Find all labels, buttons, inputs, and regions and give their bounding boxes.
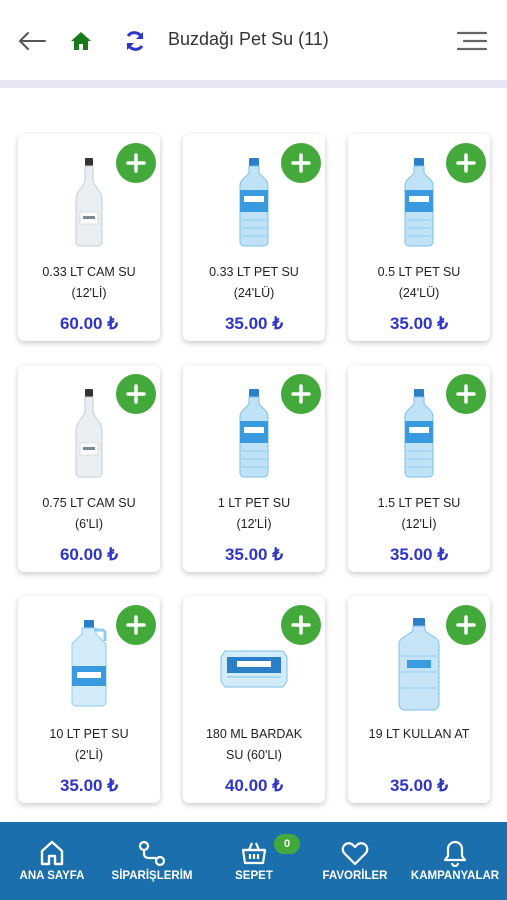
product-name-line2: (6'LI) — [74, 517, 104, 531]
product-name: 0.33 LT CAM SU (12'Lİ) — [24, 262, 154, 304]
product-name-line2: (12'Lİ) — [401, 517, 437, 531]
bell-icon — [443, 840, 467, 867]
home-outline-icon — [40, 840, 64, 866]
product-name-line2: (12'Lİ) — [236, 517, 272, 531]
product-card[interactable]: 0.33 LT PET SU (24'LÜ) 35.00 ₺ — [183, 134, 325, 341]
add-to-cart-button[interactable] — [281, 374, 321, 414]
add-to-cart-button[interactable] — [116, 143, 156, 183]
product-card[interactable]: 1.5 LT PET SU (12'Lİ) 35.00 ₺ — [348, 365, 490, 572]
nav-cart-label: SEPET — [235, 870, 273, 882]
product-price: 35.00 ₺ — [389, 545, 449, 564]
product-name-line1: 180 ML BARDAK — [205, 727, 303, 741]
product-card[interactable]: 180 ML BARDAK SU (60'LI) 40.00 ₺ — [183, 596, 325, 803]
arrow-left-icon — [19, 32, 46, 50]
product-name-line2: SU (60'LI) — [226, 748, 282, 762]
add-to-cart-button[interactable] — [446, 605, 486, 645]
pet-bottle-image — [239, 389, 269, 478]
add-to-cart-button[interactable] — [281, 143, 321, 183]
nav-campaigns-label: KAMPANYALAR — [410, 870, 500, 882]
plus-icon — [126, 153, 146, 173]
refresh-button[interactable] — [122, 26, 148, 56]
product-name-line1: 1.5 LT PET SU — [377, 496, 461, 510]
product-name-line2: (12'Lİ) — [71, 286, 107, 300]
water-jug-image — [71, 620, 107, 707]
product-name-line1: 19 LT KULLAN AT — [368, 727, 470, 741]
product-card[interactable]: 19 LT KULLAN AT 35.00 ₺ — [348, 596, 490, 803]
cup-pack-image — [220, 650, 288, 688]
product-name: 1 LT PET SU (12'Lİ) — [189, 493, 319, 535]
nav-favorites[interactable]: FAVORİLER — [312, 822, 398, 900]
product-price: 35.00 ₺ — [224, 314, 284, 333]
nav-orders[interactable]: SİPARİŞLERİM — [100, 822, 204, 900]
product-card[interactable]: 0.33 LT CAM SU (12'Lİ) 60.00 ₺ — [18, 134, 160, 341]
product-name-line1: 0.33 LT PET SU — [209, 265, 299, 279]
plus-icon — [291, 384, 311, 404]
plus-icon — [126, 384, 146, 404]
menu-button[interactable] — [455, 26, 489, 56]
plus-icon — [456, 153, 476, 173]
plus-icon — [456, 384, 476, 404]
refresh-icon — [126, 31, 144, 51]
nav-campaigns[interactable]: KAMPANYALAR — [406, 822, 504, 900]
heart-icon — [341, 842, 369, 866]
product-name-line1: 0.75 LT CAM SU — [42, 496, 136, 510]
add-to-cart-button[interactable] — [281, 605, 321, 645]
product-grid: 0.33 LT CAM SU (12'Lİ) 60.00 ₺ 0.33 LT PET … — [0, 88, 507, 822]
pet-bottle-image — [404, 158, 434, 247]
product-name-line1: 0.33 LT CAM SU — [42, 265, 136, 279]
nav-orders-label: SİPARİŞLERİM — [111, 870, 193, 882]
back-button[interactable] — [16, 26, 48, 56]
product-card[interactable]: 10 LT PET SU (2'Lİ) 35.00 ₺ — [18, 596, 160, 803]
product-name-line1: 1 LT PET SU — [217, 496, 291, 510]
hamburger-menu-icon — [456, 31, 488, 51]
product-name-line2: (24'LÜ) — [398, 286, 440, 300]
product-name: 1.5 LT PET SU (12'Lİ) — [354, 493, 484, 535]
product-name: 0.33 LT PET SU (24'LÜ) — [189, 262, 319, 304]
product-name-line2: (24'LÜ) — [233, 286, 275, 300]
nav-home-label: ANA SAYFA — [19, 870, 85, 882]
product-price: 35.00 ₺ — [224, 545, 284, 564]
add-to-cart-button[interactable] — [116, 374, 156, 414]
nav-home[interactable]: ANA SAYFA — [8, 822, 96, 900]
pet-bottle-image — [404, 389, 434, 478]
bottom-navigation: ANA SAYFA SİPARİŞLERİM SEPET 0 FAVORİLER… — [0, 822, 507, 900]
glass-bottle-image — [75, 158, 103, 247]
home-icon — [71, 32, 91, 50]
product-card[interactable]: 0.5 LT PET SU (24'LÜ) 35.00 ₺ — [348, 134, 490, 341]
product-price: 40.00 ₺ — [224, 776, 284, 795]
plus-icon — [291, 153, 311, 173]
product-price: 35.00 ₺ — [389, 776, 449, 795]
product-name: 0.5 LT PET SU (24'LÜ) — [354, 262, 484, 304]
pet-bottle-image — [239, 158, 269, 247]
product-price: 60.00 ₺ — [59, 314, 119, 333]
home-button[interactable] — [68, 26, 94, 56]
plus-icon — [126, 615, 146, 635]
product-name-line1: 0.5 LT PET SU — [377, 265, 461, 279]
app-header: Buzdağı Pet Su (11) — [0, 0, 507, 82]
page-title: Buzdağı Pet Su (11) — [168, 29, 329, 49]
product-name: 10 LT PET SU (2'Lİ) — [24, 724, 154, 766]
header-divider — [0, 80, 507, 88]
product-name-line1: 10 LT PET SU — [49, 727, 129, 741]
product-price: 60.00 ₺ — [59, 545, 119, 564]
product-card[interactable]: 0.75 LT CAM SU (6'LI) 60.00 ₺ — [18, 365, 160, 572]
product-name-line2: (2'Lİ) — [74, 748, 104, 762]
nav-favorites-label: FAVORİLER — [322, 870, 388, 882]
add-to-cart-button[interactable] — [116, 605, 156, 645]
glass-bottle-image — [75, 389, 103, 478]
product-price: 35.00 ₺ — [59, 776, 119, 795]
basket-icon — [241, 842, 267, 865]
cart-count-badge: 0 — [274, 834, 300, 854]
product-name: 19 LT KULLAN AT — [354, 724, 484, 745]
route-icon — [138, 840, 166, 867]
product-name: 0.75 LT CAM SU (6'LI) — [24, 493, 154, 535]
product-name: 180 ML BARDAK SU (60'LI) — [189, 724, 319, 766]
product-card[interactable]: 1 LT PET SU (12'Lİ) 35.00 ₺ — [183, 365, 325, 572]
add-to-cart-button[interactable] — [446, 374, 486, 414]
add-to-cart-button[interactable] — [446, 143, 486, 183]
product-price: 35.00 ₺ — [389, 314, 449, 333]
big-water-jug-image — [398, 618, 440, 711]
plus-icon — [456, 615, 476, 635]
plus-icon — [291, 615, 311, 635]
